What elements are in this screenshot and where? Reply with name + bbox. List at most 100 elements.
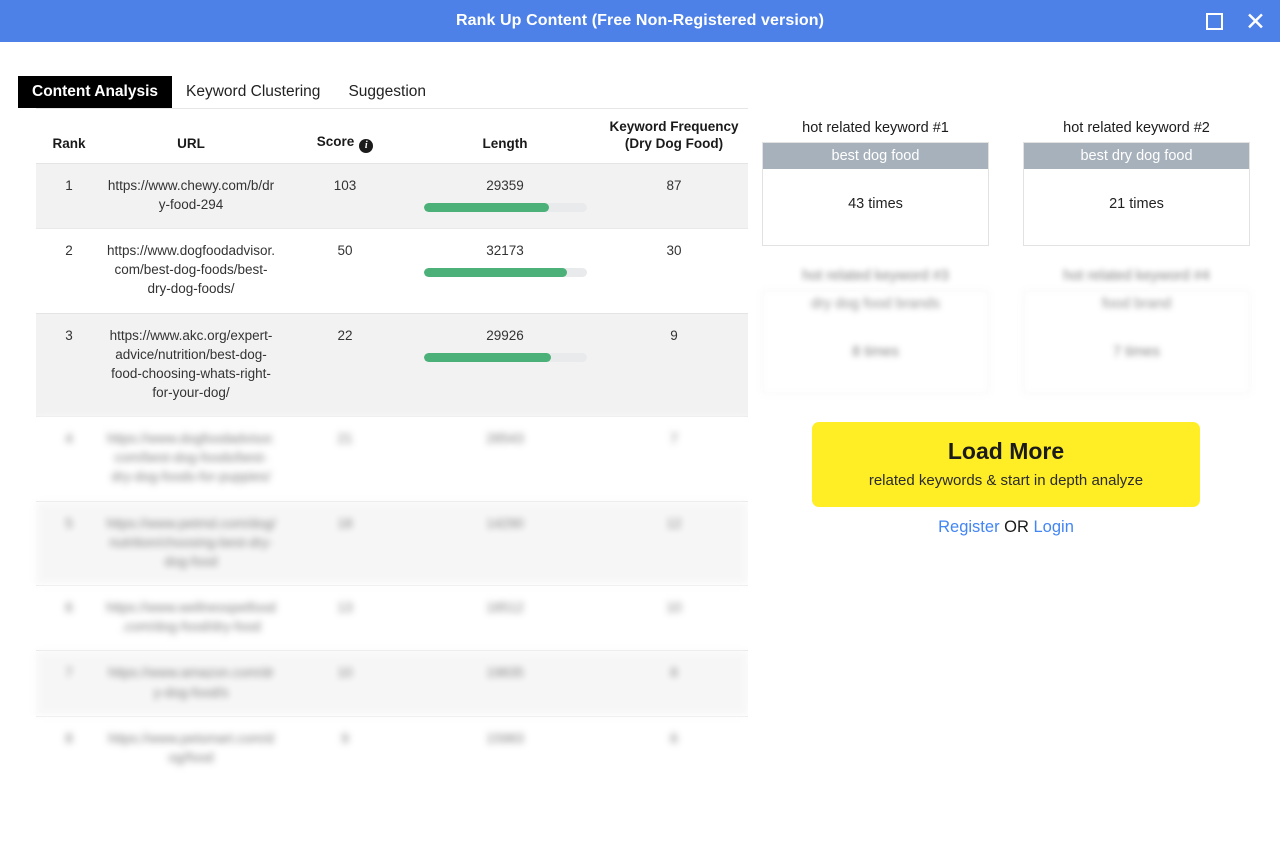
column-header-score: Scorei [280,109,410,164]
register-link[interactable]: Register [938,518,999,536]
table-row[interactable]: 6https://www.wellnesspetfood.com/dog-foo… [36,586,748,651]
cell-length: 15983 [410,716,600,781]
keyword-card-block: hot related keyword #2 best dry dog food2… [1023,120,1250,246]
tab-content-analysis[interactable]: Content Analysis [18,76,172,108]
window-titlebar: Rank Up Content (Free Non-Registered ver… [0,0,1280,42]
tab-bar: Content Analysis Keyword Clustering Sugg… [0,42,1280,108]
keyword-card-block: hot related keyword #4 food brand7 times [1023,268,1250,394]
cell-length: 14290 [410,501,600,585]
length-progress-track [424,203,587,212]
keyword-card-count: 7 times [1024,317,1249,360]
info-circle-icon[interactable]: i [359,139,373,153]
cell-length: 32173 [410,229,600,313]
close-button[interactable]: ✕ [1245,9,1266,34]
cell-score: 22 [280,313,410,417]
load-more-button[interactable]: Load More related keywords & start in de… [812,422,1200,507]
keyword-card-count: 8 times [763,317,988,360]
cell-length: 29359 [410,163,600,228]
cell-url: https://www.petsmart.com/dog/food [102,716,280,781]
cell-score: 103 [280,163,410,228]
length-value: 15983 [414,729,596,748]
cell-rank: 6 [36,586,102,651]
cell-rank: 7 [36,651,102,716]
keyword-card[interactable]: dry dog food brands8 times [762,290,989,394]
rank-table: Rank URL Scorei Length Keyword Frequency… [36,108,748,781]
column-header-length: Length [410,109,600,164]
cell-rank: 5 [36,501,102,585]
tab-keyword-clustering[interactable]: Keyword Clustering [172,76,334,108]
table-header-row: Rank URL Scorei Length Keyword Frequency… [36,109,748,164]
keyword-card-caption: hot related keyword #3 [762,268,989,284]
column-header-keyword-frequency-line2: (Dry Dog Food) [604,136,744,153]
length-value: 29926 [414,326,596,345]
keyword-card-block: hot related keyword #3 dry dog food brand… [762,268,989,394]
cell-score: 13 [280,586,410,651]
rank-table-pane: Rank URL Scorei Length Keyword Frequency… [0,108,748,852]
load-more-title: Load More [822,438,1190,465]
cell-rank: 1 [36,163,102,228]
cell-keyword-frequency: 87 [600,163,748,228]
cell-url: https://www.chewy.com/b/dry-food-294 [102,163,280,228]
column-header-keyword-frequency-line1: Keyword Frequency [604,119,744,136]
column-header-score-label: Score [317,134,355,149]
tab-suggestion[interactable]: Suggestion [334,76,440,108]
length-value: 29359 [414,176,596,195]
cell-url: https://www.akc.org/expert-advice/nutrit… [102,313,280,417]
keyword-card-caption: hot related keyword #4 [1023,268,1250,284]
table-row[interactable]: 5https://www.petmd.com/dog/nutrition/cho… [36,501,748,585]
length-progress-fill [424,353,551,362]
length-progress-track [424,268,587,277]
keyword-card-count: 43 times [763,169,988,212]
load-more-section: Load More related keywords & start in de… [762,394,1250,537]
table-row[interactable]: 3https://www.akc.org/expert-advice/nutri… [36,313,748,417]
cell-rank: 8 [36,716,102,781]
cell-keyword-frequency: 8 [600,651,748,716]
table-row[interactable]: 4https://www.dogfoodadvisor.com/best-dog… [36,417,748,501]
length-progress-track [424,353,587,362]
table-row[interactable]: 2https://www.dogfoodadvisor.com/best-dog… [36,229,748,313]
keyword-card[interactable]: food brand7 times [1023,290,1250,394]
maximize-button[interactable] [1206,13,1223,30]
table-row[interactable]: 8https://www.petsmart.com/dog/food915983… [36,716,748,781]
keyword-card-term: dry dog food brands [763,291,988,317]
login-link[interactable]: Login [1034,518,1074,536]
cell-score: 10 [280,651,410,716]
cell-url: https://www.petmd.com/dog/nutrition/choo… [102,501,280,585]
keyword-card-caption: hot related keyword #2 [1023,120,1250,136]
length-value: 32173 [414,241,596,260]
keyword-pane: hot related keyword #1 best dog food43 ti… [748,108,1280,852]
keyword-card[interactable]: best dry dog food21 times [1023,142,1250,246]
cell-keyword-frequency: 12 [600,501,748,585]
cell-length: 18512 [410,586,600,651]
keyword-card-term: food brand [1024,291,1249,317]
cell-score: 21 [280,417,410,501]
cell-rank: 3 [36,313,102,417]
length-progress-fill [424,268,567,277]
column-header-rank: Rank [36,109,102,164]
load-more-subtitle: related keywords & start in depth analyz… [822,472,1190,489]
cell-url: https://www.dogfoodadvisor.com/best-dog-… [102,229,280,313]
keyword-card-term: best dog food [763,143,988,169]
length-progress-fill [424,203,550,212]
cell-rank: 2 [36,229,102,313]
cell-url: https://www.dogfoodadvisor.com/best-dog-… [102,417,280,501]
length-value: 14290 [414,514,596,533]
cell-url: https://www.wellnesspetfood.com/dog-food… [102,586,280,651]
length-value: 19835 [414,663,596,682]
keyword-card-count: 21 times [1024,169,1249,212]
cell-length: 29926 [410,313,600,417]
keyword-card-grid: hot related keyword #1 best dog food43 ti… [762,108,1250,394]
cell-keyword-frequency: 9 [600,313,748,417]
length-value: 28543 [414,429,596,448]
rank-table-body: 1https://www.chewy.com/b/dry-food-294103… [36,163,748,781]
cell-score: 18 [280,501,410,585]
cell-keyword-frequency: 10 [600,586,748,651]
keyword-card[interactable]: best dog food43 times [762,142,989,246]
keyword-card-caption: hot related keyword #1 [762,120,989,136]
cell-keyword-frequency: 6 [600,716,748,781]
table-row[interactable]: 7https://www.amazon.com/dry-dog-food/s10… [36,651,748,716]
column-header-url: URL [102,109,280,164]
cell-rank: 4 [36,417,102,501]
rank-table-head: Rank URL Scorei Length Keyword Frequency… [36,109,748,164]
table-row[interactable]: 1https://www.chewy.com/b/dry-food-294103… [36,163,748,228]
